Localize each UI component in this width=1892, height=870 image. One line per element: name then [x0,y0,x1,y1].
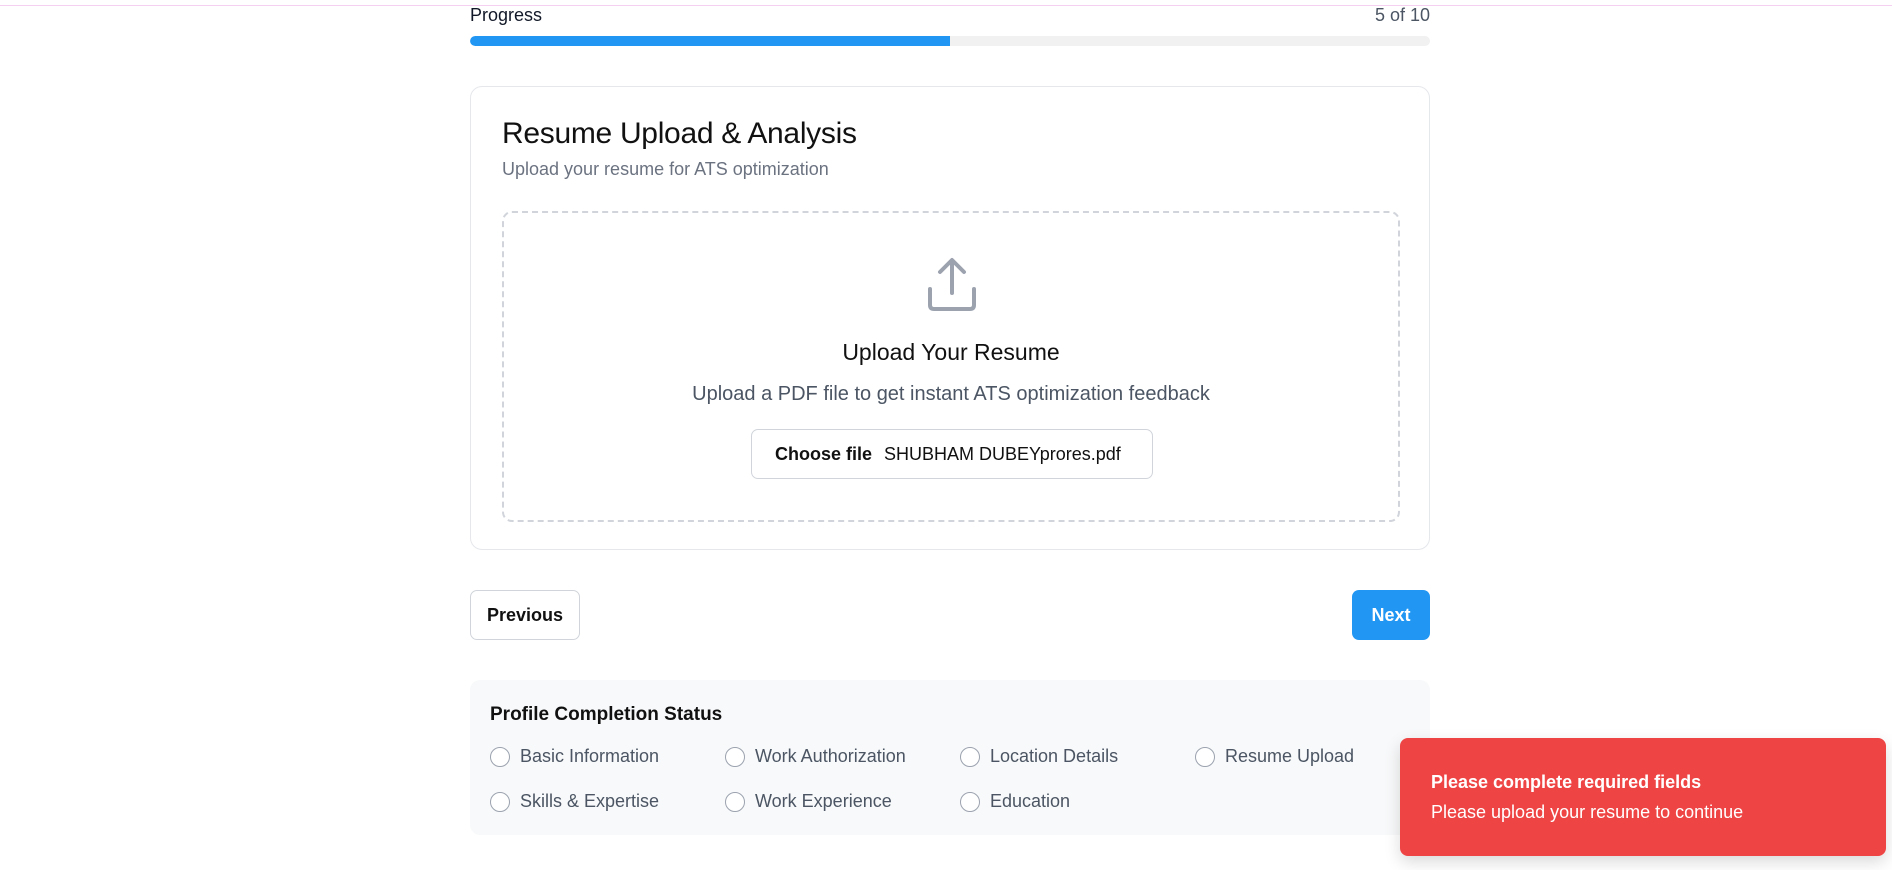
previous-button[interactable]: Previous [470,590,580,640]
status-item-label: Basic Information [520,746,660,766]
card-subtitle: Upload your resume for ATS optimization [502,159,829,179]
status-item-label: Work Experience [755,791,892,811]
choose-file-button[interactable]: Choose file [775,444,872,465]
circle-icon [490,791,510,812]
status-item-basic-information: Basic Information [490,746,659,767]
status-item-skills-expertise: Skills & Expertise [490,791,659,812]
circle-icon [1195,746,1215,767]
upload-icon [928,258,976,311]
circle-icon [490,746,510,767]
error-toast[interactable]: Please complete required fields Please u… [1400,738,1886,856]
progress-label: Progress [470,4,543,25]
status-item-label: Work Authorization [755,746,906,766]
resume-dropzone[interactable]: Upload Your Resume Upload a PDF file to … [502,211,1400,522]
status-item-label: Location Details [990,746,1119,766]
circle-icon [960,791,980,812]
circle-icon [725,791,745,812]
status-item-label: Education [990,791,1071,811]
card-title: Resume Upload & Analysis [502,117,857,150]
profile-completion-status: Profile Completion Status Basic Informat… [470,680,1430,835]
status-item-work-experience: Work Experience [725,791,892,812]
next-button[interactable]: Next [1352,590,1430,640]
circle-icon [960,746,980,767]
status-item-education: Education [960,791,1070,812]
status-item-label: Skills & Expertise [520,791,660,811]
selected-file-name: SHUBHAM DUBEYprores.pdf [884,443,1121,464]
toast-title: Please complete required fields [1431,772,1702,792]
dropzone-description: Upload a PDF file to get instant ATS opt… [692,383,1210,405]
status-item-resume-upload: Resume Upload [1195,746,1354,767]
progress-bar [470,36,1430,46]
progress-header: Progress 5 of 10 [470,4,1430,26]
resume-upload-card: Resume Upload & Analysis Upload your res… [470,86,1430,550]
progress-count: 5 of 10 [1374,4,1430,25]
status-title: Profile Completion Status [490,704,723,725]
status-item-work-authorization: Work Authorization [725,746,906,767]
circle-icon [725,746,745,767]
toast-message: Please upload your resume to continue [1431,802,1744,822]
status-item-location-details: Location Details [960,746,1118,767]
dropzone-title: Upload Your Resume [842,339,1060,365]
status-item-label: Resume Upload [1225,746,1355,766]
resume-file-input[interactable]: Choose file SHUBHAM DUBEYprores.pdf [751,429,1153,479]
progress-bar-fill [470,36,950,46]
progress-section: Progress 5 of 10 [470,4,1430,46]
